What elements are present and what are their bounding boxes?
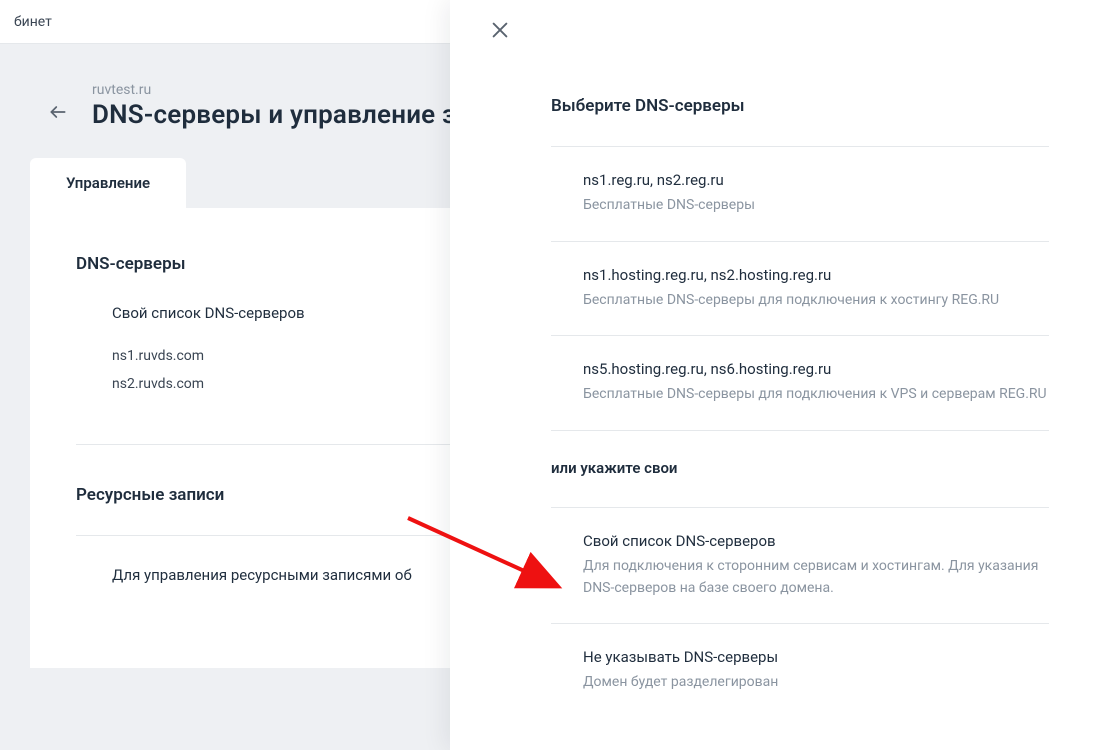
domain-name: ruvtest.ru xyxy=(92,82,470,98)
option-sub: Бесплатные DNS-серверы xyxy=(583,195,1049,217)
close-icon xyxy=(489,19,511,41)
option-sub: Бесплатные DNS-серверы для подключения к… xyxy=(583,384,1049,406)
dns-option-vps[interactable]: ns5.hosting.reg.ru, ns6.hosting.reg.ru Б… xyxy=(551,335,1049,431)
option-title: ns1.hosting.reg.ru, ns2.hosting.reg.ru xyxy=(583,266,1049,284)
arrow-left-icon xyxy=(48,102,68,122)
dns-option-none[interactable]: Не указывать DNS-серверы Домен будет раз… xyxy=(551,623,1049,718)
close-button[interactable] xyxy=(486,16,514,44)
back-button[interactable] xyxy=(42,96,74,128)
option-title: ns1.reg.ru, ns2.reg.ru xyxy=(583,171,1049,189)
header-text: ruvtest.ru DNS-серверы и управление зо xyxy=(92,82,470,130)
dns-option-regru[interactable]: ns1.reg.ru, ns2.reg.ru Бесплатные DNS-се… xyxy=(551,146,1049,241)
option-title: ns5.hosting.reg.ru, ns6.hosting.reg.ru xyxy=(583,360,1049,378)
dns-picker-panel: Выберите DNS-серверы ns1.reg.ru, ns2.reg… xyxy=(450,0,1109,750)
dns-option-hosting[interactable]: ns1.hosting.reg.ru, ns2.hosting.reg.ru Б… xyxy=(551,241,1049,336)
panel-title: Выберите DNS-серверы xyxy=(551,96,1049,116)
tab-management[interactable]: Управление xyxy=(30,158,186,208)
option-title: Свой список DNS-серверов xyxy=(583,532,1049,550)
panel-subtitle: или укажите свои xyxy=(551,459,1049,477)
option-sub: Бесплатные DNS-серверы для подключения к… xyxy=(583,290,1049,312)
page-title: DNS-серверы и управление зо xyxy=(92,100,470,130)
topbar-label: бинет xyxy=(14,14,52,30)
option-title: Не указывать DNS-серверы xyxy=(583,648,1049,666)
panel-body: Выберите DNS-серверы ns1.reg.ru, ns2.reg… xyxy=(551,96,1049,718)
dns-option-custom-list[interactable]: Свой список DNS-серверов Для подключения… xyxy=(551,507,1049,623)
option-sub: Для подключения к сторонним сервисам и х… xyxy=(583,556,1049,599)
option-sub: Домен будет разделегирован xyxy=(583,672,1049,694)
